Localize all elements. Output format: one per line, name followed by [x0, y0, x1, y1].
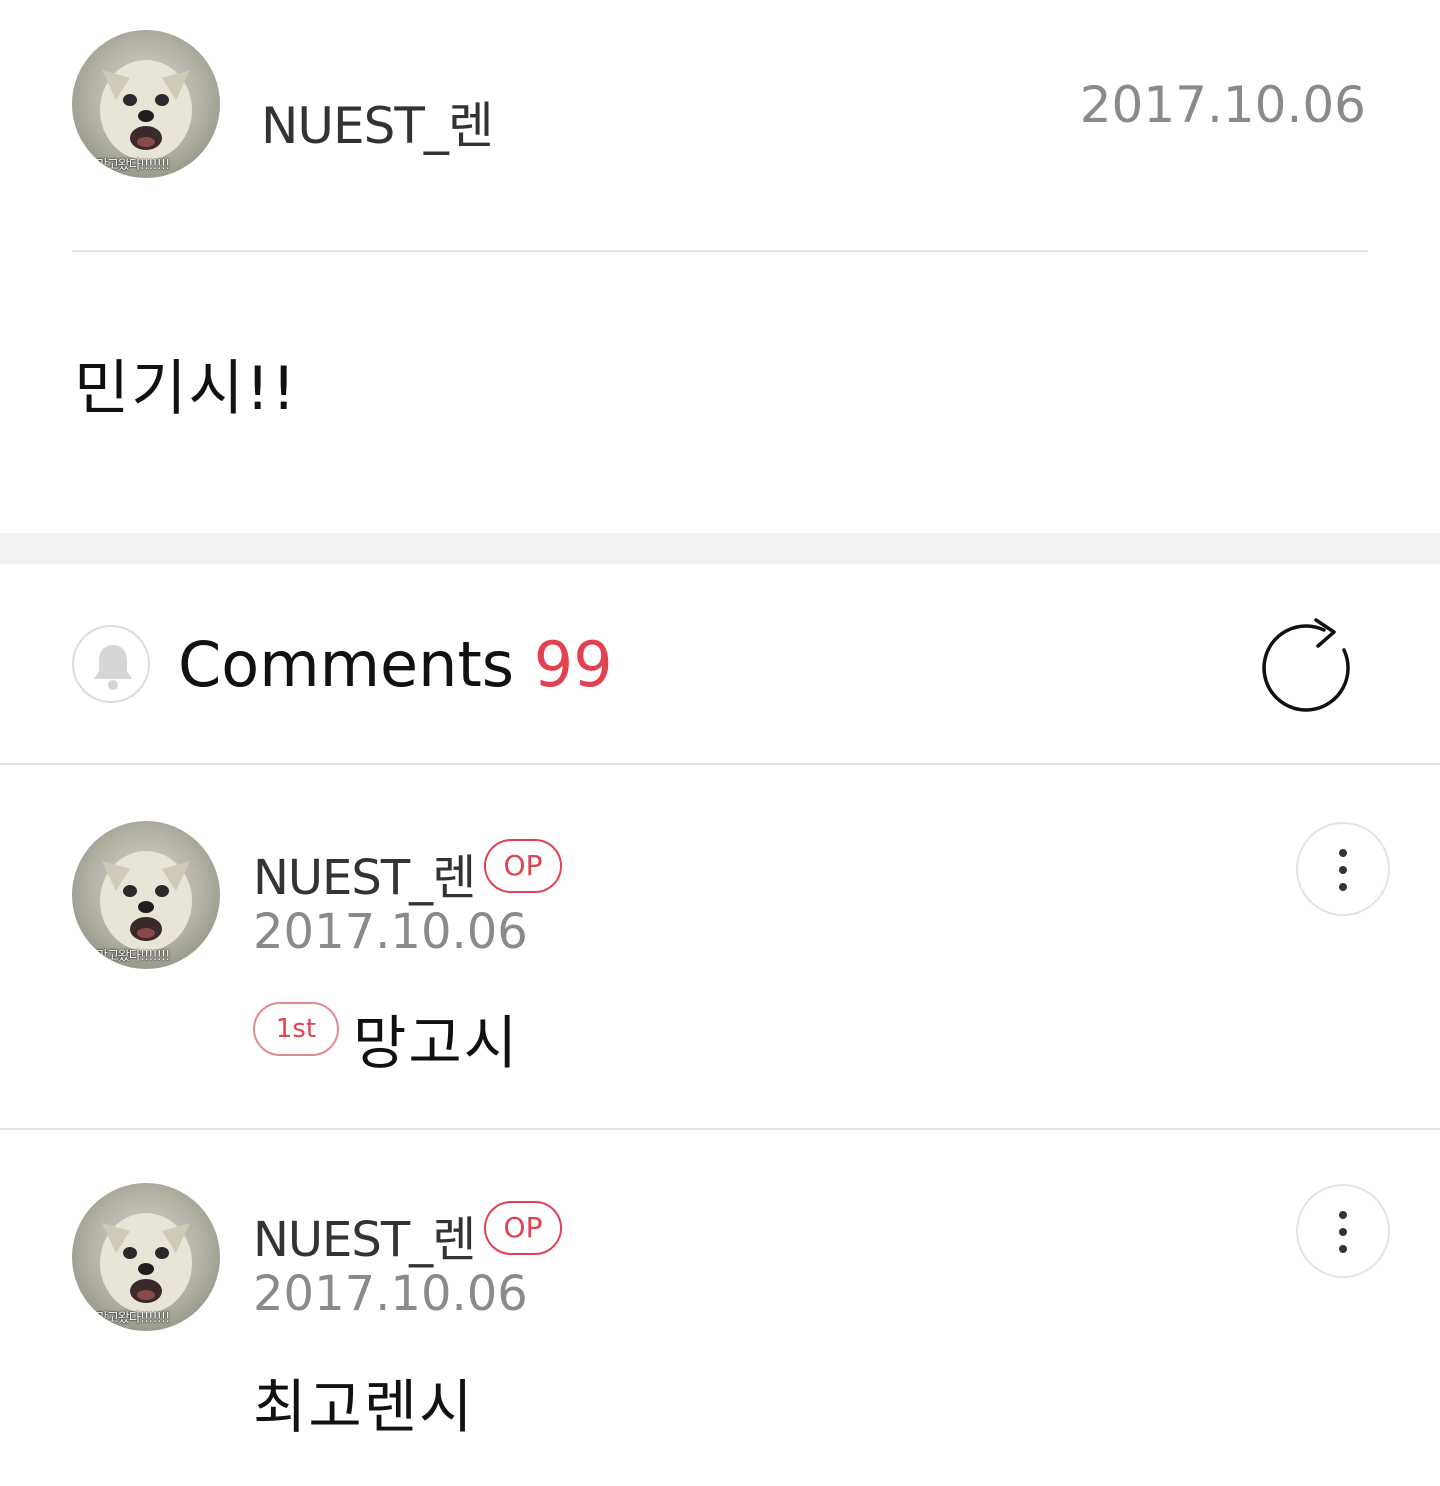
comment-author-name[interactable]: NUEST_렌: [253, 838, 476, 908]
comment-more-button[interactable]: [1296, 1184, 1390, 1278]
op-badge: OP: [484, 1201, 562, 1255]
comments-title: Comments 99: [178, 628, 613, 701]
divider: [72, 250, 1368, 252]
comment-avatar[interactable]: 망고왔다!!!!!!!: [72, 1183, 220, 1331]
notification-bell-button[interactable]: [72, 625, 150, 703]
divider: [0, 1128, 1440, 1130]
post-author-avatar[interactable]: 망고왔다!!!!!!!: [72, 30, 220, 178]
comment-text: 망고시: [353, 1009, 520, 1077]
bell-icon: [94, 645, 132, 690]
comments-count: 99: [533, 628, 613, 701]
comment-avatar[interactable]: 망고왔다!!!!!!!: [72, 821, 220, 969]
post-date: 2017.10.06: [1079, 76, 1366, 134]
post-author-name[interactable]: NUEST_렌: [261, 86, 494, 158]
avatar-caption: 망고왔다!!!!!!!: [96, 1311, 170, 1326]
section-separator: [0, 533, 1440, 564]
comment-date: 2017.10.06: [253, 1266, 528, 1322]
refresh-button[interactable]: [1262, 612, 1362, 716]
avatar-caption: 망고왔다!!!!!!!: [96, 158, 170, 173]
comment-more-button[interactable]: [1296, 822, 1390, 916]
comments-label: Comments: [178, 628, 515, 701]
more-vertical-icon: [1339, 1211, 1347, 1262]
op-badge: OP: [484, 839, 562, 893]
comment-date: 2017.10.06: [253, 904, 528, 960]
refresh-icon: [1262, 618, 1350, 712]
divider: [0, 763, 1440, 765]
post-body: 민기시!!: [74, 354, 298, 424]
rank-badge: 1st: [253, 1002, 339, 1056]
avatar-caption: 망고왔다!!!!!!!: [96, 949, 170, 964]
comment-text: 최고렌시: [253, 1373, 475, 1441]
comment-author-name[interactable]: NUEST_렌: [253, 1200, 476, 1270]
more-vertical-icon: [1339, 849, 1347, 900]
